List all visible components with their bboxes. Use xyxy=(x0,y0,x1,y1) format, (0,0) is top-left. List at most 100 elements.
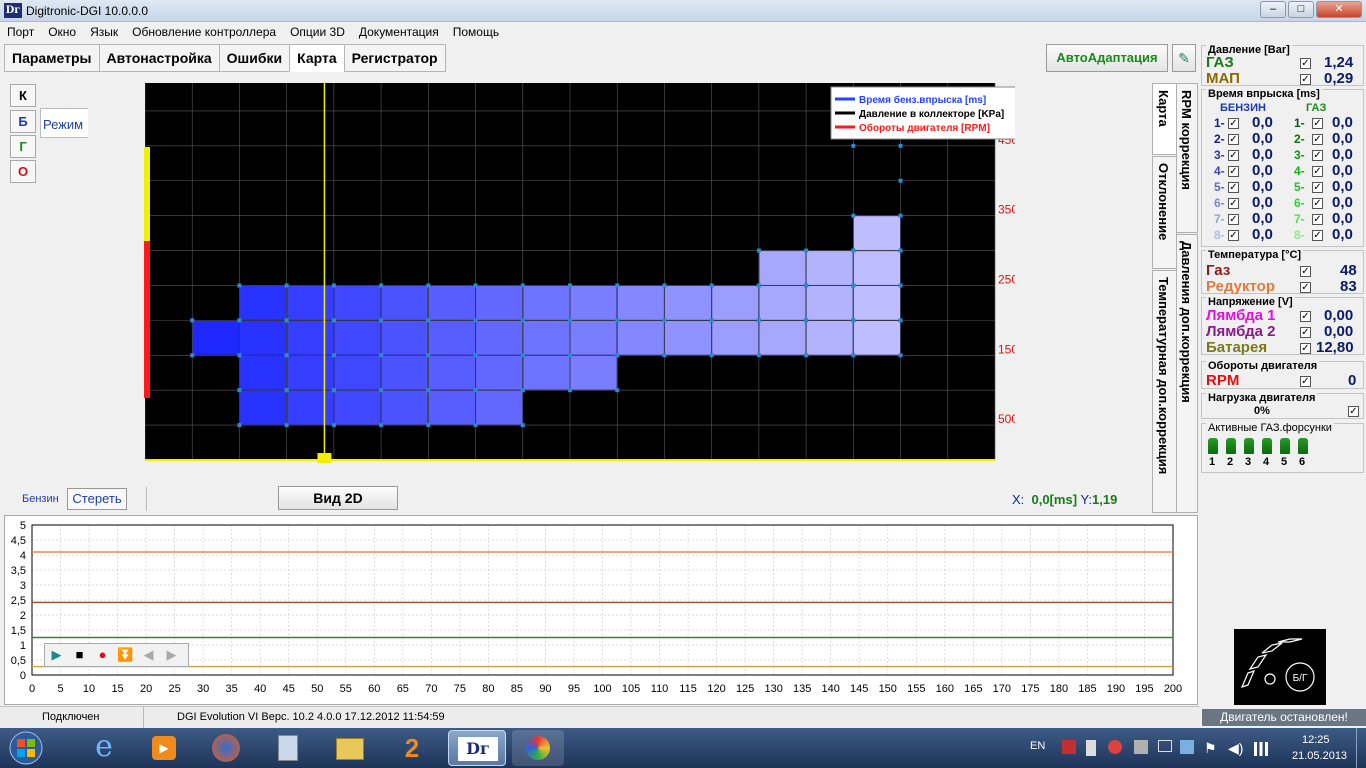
explorer-icon[interactable] xyxy=(324,730,376,766)
map-point[interactable] xyxy=(615,318,620,323)
map-cell[interactable] xyxy=(427,284,477,321)
auto-adapt-button[interactable]: АвтоАдаптация xyxy=(1046,44,1168,72)
map-cell[interactable] xyxy=(380,389,429,426)
map-point[interactable] xyxy=(379,388,384,393)
map-cell[interactable] xyxy=(238,354,288,391)
stop-icon[interactable]: ■ xyxy=(68,644,91,666)
map-point[interactable] xyxy=(426,388,431,393)
map-point[interactable] xyxy=(662,283,667,288)
next-icon[interactable]: ▶ xyxy=(160,644,183,666)
map-cell[interactable] xyxy=(616,319,665,356)
gas-injector-checkbox[interactable]: ✓ xyxy=(1312,166,1323,177)
tray-c-icon[interactable] xyxy=(1108,740,1122,754)
reducer-temp-checkbox[interactable]: ✓ xyxy=(1300,282,1311,293)
map-point[interactable] xyxy=(426,353,431,358)
map-pressure-checkbox[interactable]: ✓ xyxy=(1300,74,1311,85)
clear-button[interactable]: Стереть xyxy=(67,488,127,510)
gas-injector-checkbox[interactable]: ✓ xyxy=(1312,182,1323,193)
map-cell[interactable] xyxy=(475,284,524,321)
lambda1-checkbox[interactable]: ✓ xyxy=(1300,311,1311,322)
map-cell[interactable] xyxy=(569,284,618,321)
gas-injector-checkbox[interactable]: ✓ xyxy=(1312,150,1323,161)
map-point[interactable] xyxy=(331,353,336,358)
map-point[interactable] xyxy=(851,248,856,253)
map-point[interactable] xyxy=(284,353,289,358)
ie-icon[interactable]: e xyxy=(78,730,130,766)
map-point[interactable] xyxy=(568,283,572,288)
media-player-icon[interactable]: ▶ xyxy=(138,730,190,766)
map-cell[interactable] xyxy=(475,319,524,356)
map-point[interactable] xyxy=(426,318,431,323)
map-cell[interactable] xyxy=(191,319,240,356)
menu-port[interactable]: Порт xyxy=(0,23,41,39)
gas-pressure-checkbox[interactable]: ✓ xyxy=(1300,58,1311,69)
map-cell[interactable] xyxy=(522,319,571,356)
vtab-temp-correction[interactable]: Температурная доп.коррекция xyxy=(1152,270,1177,513)
map-cell[interactable] xyxy=(805,319,854,356)
record-icon[interactable]: ● xyxy=(91,644,114,666)
map-cell[interactable] xyxy=(711,284,760,321)
firefox-icon[interactable] xyxy=(200,730,252,766)
mode-k-button[interactable]: К xyxy=(10,84,36,107)
map-point[interactable] xyxy=(473,318,478,323)
map-point[interactable] xyxy=(331,388,336,393)
vtab-map[interactable]: Карта xyxy=(1152,83,1177,155)
map-point[interactable] xyxy=(662,318,667,323)
map-point[interactable] xyxy=(379,283,384,288)
map-point[interactable] xyxy=(426,283,431,288)
map-cell[interactable] xyxy=(852,250,902,286)
map-cell[interactable] xyxy=(333,389,382,426)
map-point[interactable] xyxy=(615,283,620,288)
battery-checkbox[interactable]: ✓ xyxy=(1300,343,1311,354)
map-point[interactable] xyxy=(851,353,856,358)
map-point[interactable] xyxy=(284,423,289,428)
map-cell[interactable] xyxy=(333,284,382,321)
petrol-injector-checkbox[interactable]: ✓ xyxy=(1228,166,1239,177)
map-cell[interactable] xyxy=(286,354,335,391)
map-point[interactable] xyxy=(520,353,525,358)
signal-icon[interactable] xyxy=(1254,742,1268,756)
map-cell[interactable] xyxy=(522,284,571,321)
map-point[interactable] xyxy=(851,318,856,323)
tray-device-icon[interactable] xyxy=(1086,740,1096,756)
map-cell[interactable] xyxy=(427,389,477,426)
map-point[interactable] xyxy=(898,318,903,323)
map-point[interactable] xyxy=(851,143,856,148)
map-point[interactable] xyxy=(756,283,761,288)
tool-icon[interactable]: ✎ xyxy=(1172,44,1196,72)
map-chart[interactable]: 10 15 20 25 30 35 40 45 50 55 60 65 70 75 80 85 90 95 100 5… xyxy=(145,83,1015,463)
map-point[interactable] xyxy=(379,353,384,358)
map-cell[interactable] xyxy=(380,284,429,321)
map-point[interactable] xyxy=(756,248,761,253)
map-cell[interactable] xyxy=(333,354,382,391)
map-cell[interactable] xyxy=(569,354,618,391)
map-point[interactable] xyxy=(568,388,572,393)
map-point[interactable] xyxy=(851,213,856,218)
map-point[interactable] xyxy=(237,318,242,323)
map-point[interactable] xyxy=(756,353,761,358)
tray-network-icon[interactable] xyxy=(1180,740,1194,754)
map-cell[interactable] xyxy=(286,284,335,321)
vtab-rpm-correction[interactable]: RPM коррекция xyxy=(1176,83,1198,233)
gas-injector-checkbox[interactable]: ✓ xyxy=(1312,118,1323,129)
petrol-injector-checkbox[interactable]: ✓ xyxy=(1228,134,1239,145)
rpm-checkbox[interactable]: ✓ xyxy=(1300,376,1311,387)
map-cell[interactable] xyxy=(569,319,618,356)
petrol-injector-checkbox[interactable]: ✓ xyxy=(1228,214,1239,225)
map-point[interactable] xyxy=(284,283,289,288)
map-point[interactable] xyxy=(237,353,242,358)
gas-injector-checkbox[interactable]: ✓ xyxy=(1312,230,1323,241)
map-point[interactable] xyxy=(615,353,620,358)
prev-icon[interactable]: ◀ xyxy=(137,644,160,666)
petrol-injector-checkbox[interactable]: ✓ xyxy=(1228,230,1239,241)
tab-recorder[interactable]: Регистратор xyxy=(343,44,446,72)
map-cell[interactable] xyxy=(238,389,288,426)
menu-3d-options[interactable]: Опции 3D xyxy=(283,23,352,39)
map-point[interactable] xyxy=(520,283,525,288)
tray-antivirus-icon[interactable] xyxy=(1062,740,1076,754)
recorder-chart[interactable]: 0 5 10 15 20 25 30 35 40 45 50 55 60 65 70 75 80 85 90 95 10… xyxy=(0,517,1200,705)
mode-b-button[interactable]: Б xyxy=(10,110,36,133)
map-cell[interactable] xyxy=(238,284,288,321)
menu-help[interactable]: Помощь xyxy=(446,23,506,39)
language-indicator[interactable]: EN xyxy=(1030,740,1045,752)
